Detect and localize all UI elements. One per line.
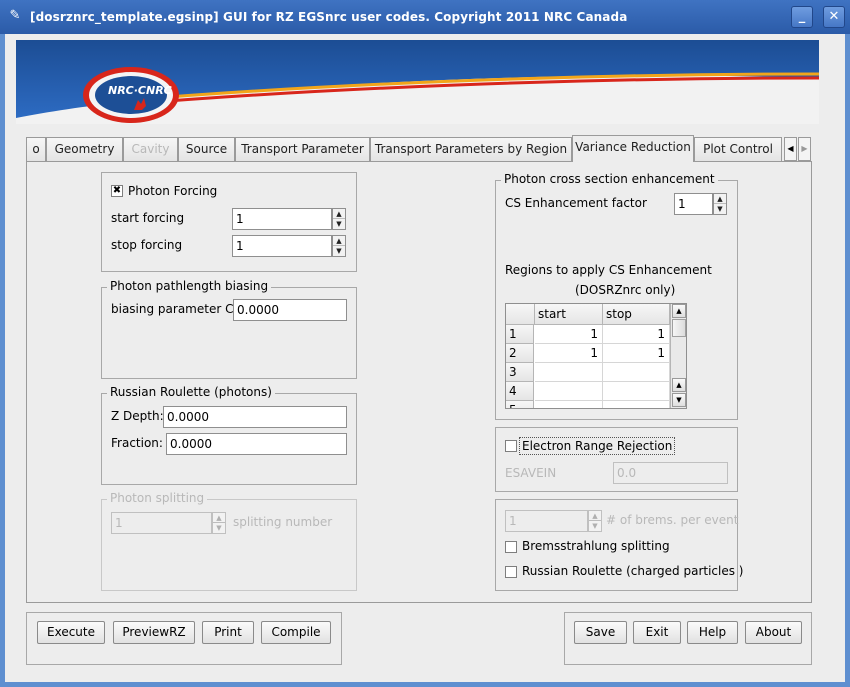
tab-scroll-right-button[interactable]: ▶: [798, 137, 811, 161]
tab-transport-parameter[interactable]: Transport Parameter: [235, 137, 370, 162]
z-depth-label: Z Depth:: [111, 409, 164, 423]
stop-forcing-spinner[interactable]: ▲ ▼: [332, 235, 346, 257]
spin-up-icon[interactable]: ▲: [333, 209, 345, 219]
splitting-number-label: splitting number: [233, 515, 333, 529]
preview-rz-button[interactable]: PreviewRZ: [113, 621, 195, 644]
table-cell-stop[interactable]: [603, 382, 670, 401]
compile-button[interactable]: Compile: [261, 621, 331, 644]
tab-geometry[interactable]: Geometry: [46, 137, 123, 162]
scroll-down-icon[interactable]: ▼: [672, 393, 686, 407]
close-button[interactable]: ✕: [823, 6, 845, 28]
pathlength-biasing-title: Photon pathlength biasing: [107, 279, 272, 293]
spin-up-icon[interactable]: ▲: [589, 511, 601, 521]
spin-down-icon[interactable]: ▼: [213, 523, 225, 533]
brems-splitting-checkbox[interactable]: [505, 541, 517, 553]
spin-down-icon[interactable]: ▼: [333, 219, 345, 229]
electron-range-label: Electron Range Rejection: [519, 437, 676, 455]
table-cell-start[interactable]: 1: [535, 325, 603, 344]
brems-count-label: # of brems. per event: [606, 513, 739, 527]
banner-graphic: [16, 40, 819, 123]
fraction-input[interactable]: 0.0000: [166, 433, 347, 455]
electron-range-checkbox[interactable]: [505, 440, 517, 452]
esavein-input[interactable]: 0.0: [613, 462, 728, 484]
photon-forcing-label: Photon Forcing: [128, 184, 218, 198]
table-cell-start[interactable]: [535, 363, 603, 382]
table-cell-stop[interactable]: 1: [603, 344, 670, 363]
russian-roulette-photons-title: Russian Roulette (photons): [107, 385, 275, 399]
print-button[interactable]: Print: [202, 621, 254, 644]
start-forcing-input[interactable]: 1: [232, 208, 332, 230]
exit-button[interactable]: Exit: [633, 621, 681, 644]
russian-roulette-charged-label: Russian Roulette (charged particles ): [522, 564, 744, 578]
scroll-up-icon[interactable]: ▲: [672, 304, 686, 318]
table-cell-start[interactable]: [535, 401, 603, 408]
execute-button[interactable]: Execute: [37, 621, 105, 644]
spin-up-icon[interactable]: ▲: [333, 236, 345, 246]
brems-count-spinner[interactable]: ▲ ▼: [588, 510, 602, 532]
table-corner: [506, 304, 535, 325]
help-button[interactable]: Help: [687, 621, 738, 644]
column-header-stop[interactable]: stop: [603, 304, 670, 325]
brems-splitting-label: Bremsstrahlung splitting: [522, 539, 670, 553]
tab-cavity[interactable]: Cavity: [123, 137, 178, 162]
row-header[interactable]: 5: [506, 401, 534, 408]
esavein-label: ESAVEIN: [505, 466, 557, 480]
tab-transport-parameters-by-region[interactable]: Transport Parameters by Region: [370, 137, 572, 162]
stop-forcing-label: stop forcing: [111, 238, 183, 252]
logo-text: NRC·CNRC: [108, 84, 172, 97]
spin-down-icon[interactable]: ▼: [589, 521, 601, 531]
save-button[interactable]: Save: [574, 621, 627, 644]
start-forcing-spinner[interactable]: ▲ ▼: [332, 208, 346, 230]
photon-forcing-checkbox[interactable]: ✖: [111, 185, 123, 197]
stop-forcing-input[interactable]: 1: [232, 235, 332, 257]
nrc-banner: NRC·CNRC: [16, 40, 819, 124]
tab-scroll-left-button[interactable]: ◀: [784, 137, 797, 161]
table-cell-stop[interactable]: [603, 401, 670, 408]
biasing-parameter-input[interactable]: 0.0000: [233, 299, 347, 321]
spin-down-icon[interactable]: ▼: [714, 204, 726, 214]
cs-enhancement-factor-input[interactable]: 1: [674, 193, 713, 215]
cs-enhancement-factor-label: CS Enhancement factor: [505, 196, 647, 210]
splitting-number-input[interactable]: 1: [111, 512, 212, 534]
splitting-number-spinner[interactable]: ▲ ▼: [212, 512, 226, 534]
column-header-start[interactable]: start: [535, 304, 603, 325]
about-button[interactable]: About: [745, 621, 802, 644]
regions-label: Regions to apply CS Enhancement: [505, 263, 712, 277]
scrollbar-thumb[interactable]: [672, 319, 686, 337]
row-header[interactable]: 1: [506, 325, 534, 344]
russian-roulette-charged-checkbox[interactable]: [505, 566, 517, 578]
fraction-label: Fraction:: [111, 436, 163, 450]
regions-table: start stop 1 1 1 2 1 1 3 4 5 ▲ ▲ ▼: [505, 303, 687, 409]
table-cell-stop[interactable]: 1: [603, 325, 670, 344]
regions-note: (DOSRZnrc only): [575, 283, 676, 297]
minimize-button[interactable]: _: [791, 6, 813, 28]
row-header[interactable]: 2: [506, 344, 534, 363]
table-scrollbar[interactable]: ▲ ▲ ▼: [670, 304, 686, 408]
start-forcing-label: start forcing: [111, 211, 185, 225]
window-title: [dosrznrc_template.egsinp] GUI for RZ EG…: [30, 10, 628, 24]
table-cell-start[interactable]: [535, 382, 603, 401]
photon-splitting-title: Photon splitting: [107, 491, 208, 505]
cs-enhancement-factor-spinner[interactable]: ▲ ▼: [713, 193, 727, 215]
cs-enhancement-title: Photon cross section enhancement: [501, 172, 718, 186]
z-depth-input[interactable]: 0.0000: [163, 406, 347, 428]
scroll-up-icon[interactable]: ▲: [672, 378, 686, 392]
tab-source[interactable]: Source: [178, 137, 235, 162]
row-header[interactable]: 3: [506, 363, 534, 382]
spin-down-icon[interactable]: ▼: [333, 246, 345, 256]
tab-variance-reduction[interactable]: Variance Reduction: [572, 135, 694, 162]
biasing-parameter-label: biasing parameter C:: [111, 302, 238, 316]
spin-up-icon[interactable]: ▲: [213, 513, 225, 523]
spin-up-icon[interactable]: ▲: [714, 194, 726, 204]
table-cell-start[interactable]: 1: [535, 344, 603, 363]
tab-plot-control[interactable]: Plot Control: [694, 137, 782, 162]
brems-count-input[interactable]: 1: [505, 510, 588, 532]
feather-icon[interactable]: ✎: [7, 8, 23, 24]
tab-o[interactable]: o: [26, 137, 46, 162]
row-header[interactable]: 4: [506, 382, 534, 401]
table-cell-stop[interactable]: [603, 363, 670, 382]
